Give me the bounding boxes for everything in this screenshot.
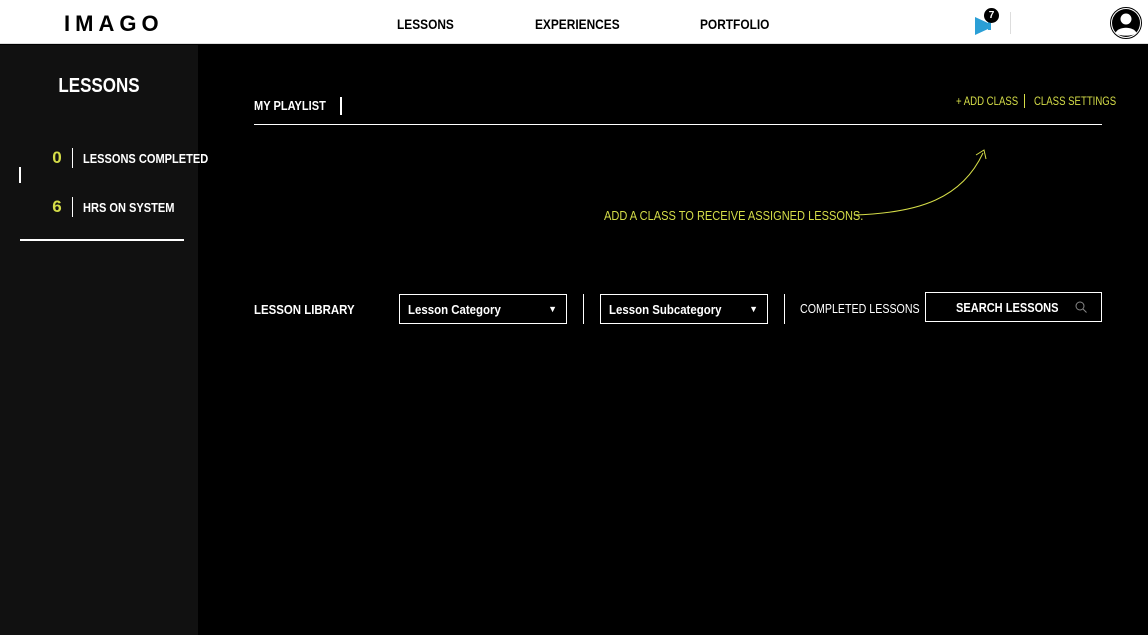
playlist-tab-indicator (340, 97, 342, 115)
completed-lessons-link[interactable]: COMPLETED LESSONS (800, 301, 920, 316)
empty-playlist-message: ADD A CLASS TO RECEIVE ASSIGNED LESSONS. (604, 208, 864, 223)
stat-label: HRS ON SYSTEM (83, 199, 175, 215)
search-label: SEARCH LESSONS (956, 300, 1059, 315)
nav-experiences[interactable]: EXPERIENCES (535, 16, 620, 32)
filter-divider (784, 294, 785, 324)
stat-value: 6 (52, 197, 62, 216)
sidebar-title: LESSONS (58, 75, 140, 97)
caret-down-icon: ▼ (749, 304, 758, 314)
sidebar: LESSONS 0 LESSONS COMPLETED 6 HRS ON SYS… (0, 45, 208, 635)
curved-arrow-icon (853, 149, 987, 216)
my-playlist-title: MY PLAYLIST (254, 98, 326, 113)
notification-count-badge: 7 (984, 8, 999, 23)
search-icon (1075, 301, 1087, 313)
caret-down-icon: ▼ (548, 304, 557, 314)
stat-divider (72, 148, 73, 168)
playlist-rule (254, 124, 1102, 125)
add-class-link[interactable]: + ADD CLASS (956, 94, 1018, 108)
stat-value: 0 (52, 148, 62, 167)
notifications-button[interactable]: 7 (974, 8, 1006, 36)
nav-portfolio[interactable]: PORTFOLIO (700, 16, 769, 32)
search-lessons-button[interactable]: SEARCH LESSONS (925, 292, 1102, 322)
select-label: Lesson Subcategory (609, 302, 722, 317)
class-settings-link[interactable]: CLASS SETTINGS (1034, 94, 1116, 108)
stat-lessons-completed: 0 LESSONS COMPLETED (50, 147, 230, 169)
top-bar: IMAGO LESSONS EXPERIENCES PORTFOLIO 7 (0, 0, 1148, 44)
sidebar-rule (20, 239, 184, 241)
nav-lessons[interactable]: LESSONS (397, 16, 454, 32)
sidebar-marker (19, 167, 21, 183)
user-avatar-icon[interactable] (1110, 7, 1142, 39)
stat-label: LESSONS COMPLETED (83, 150, 209, 166)
filter-divider (583, 294, 584, 324)
lesson-library-title: LESSON LIBRARY (254, 302, 355, 317)
lesson-subcategory-select[interactable]: Lesson Subcategory ▼ (600, 294, 768, 324)
topbar-divider (1010, 12, 1011, 34)
select-label: Lesson Category (408, 302, 501, 317)
stat-hrs-on-system: 6 HRS ON SYSTEM (50, 196, 191, 218)
stat-divider (72, 197, 73, 217)
class-links-divider (1024, 94, 1025, 108)
imago-logo[interactable]: IMAGO (64, 11, 164, 37)
lesson-category-select[interactable]: Lesson Category ▼ (399, 294, 567, 324)
